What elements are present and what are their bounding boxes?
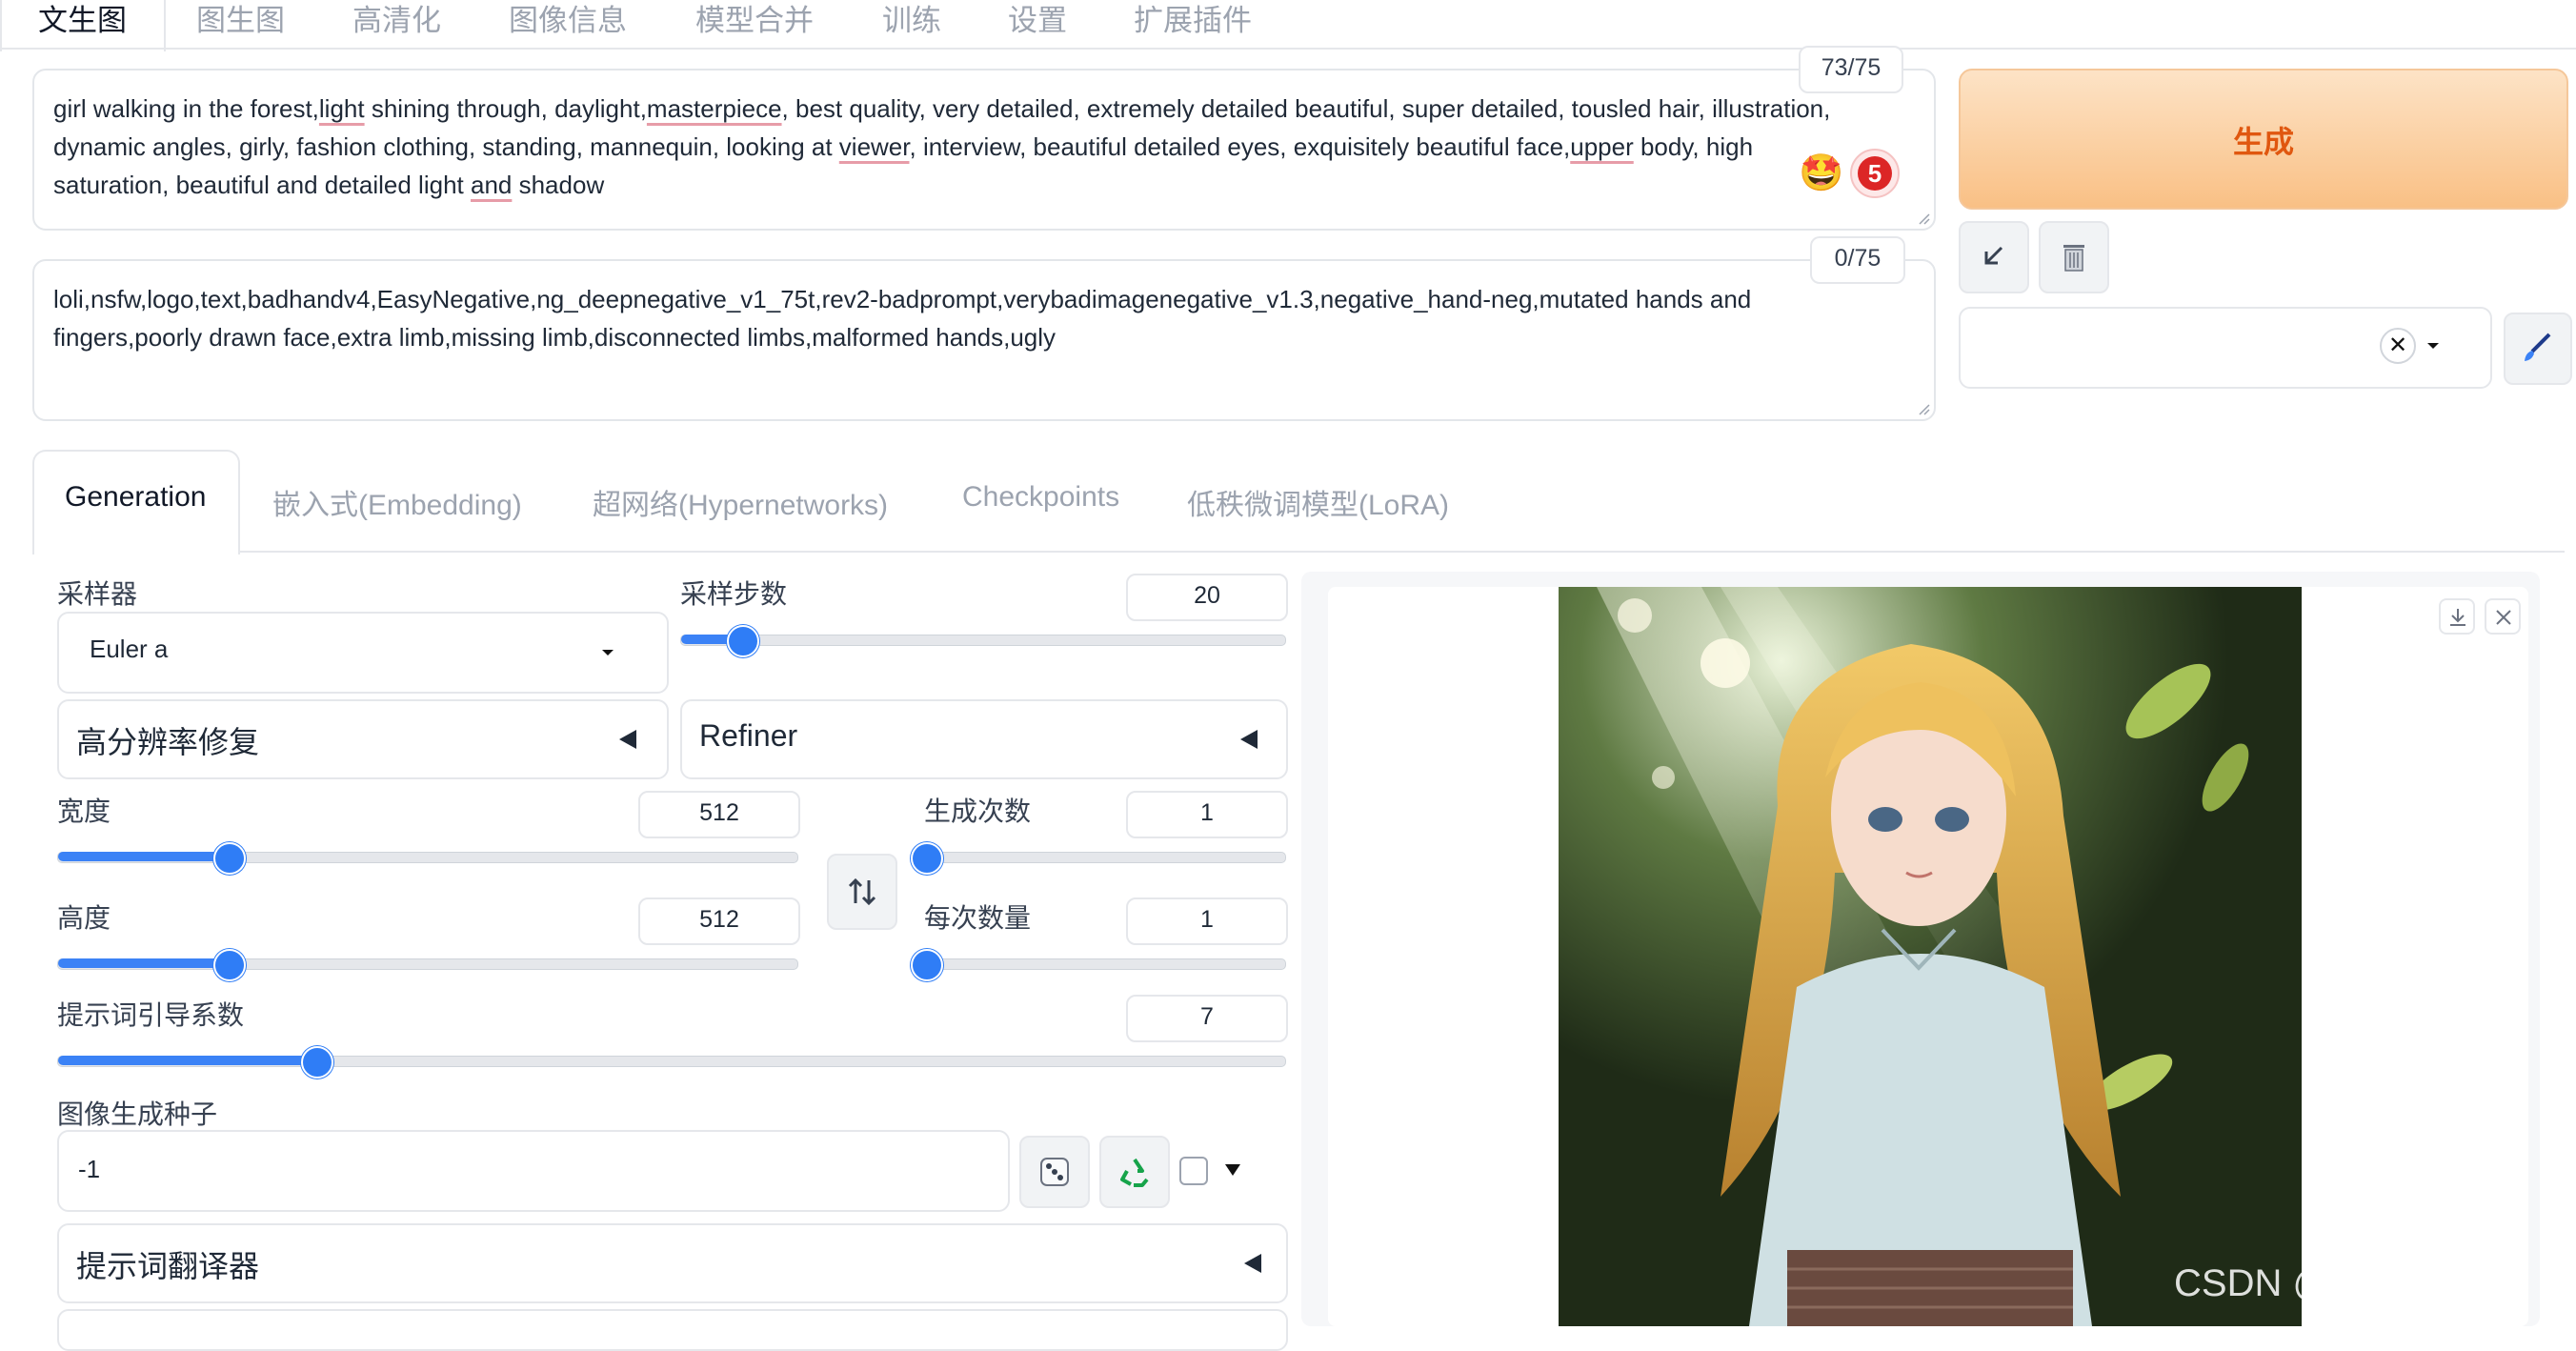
brush-icon [2525,333,2551,361]
batch-size-label: 每次数量 [924,903,1032,933]
chevron-down-icon [602,650,614,655]
height-slider-fill [58,958,229,968]
steps-slider-thumb[interactable] [727,625,760,657]
height-input[interactable]: 512 [638,897,800,945]
error-count: 5 [1858,156,1892,191]
reuse-seed-button[interactable] [1099,1136,1170,1208]
swap-dimensions-button[interactable] [827,854,897,930]
height-slider-thumb[interactable] [213,949,247,981]
seed-input[interactable]: -1 [57,1130,1010,1212]
width-slider-thumb[interactable] [213,842,247,875]
random-seed-button[interactable] [1019,1136,1090,1208]
batch-size-slider[interactable] [911,949,1286,981]
generate-button[interactable]: 生成 [1959,69,2568,210]
steps-label: 采样步数 [680,579,788,609]
prompt-line-3: saturation, beautiful and detailed light… [53,171,605,199]
negative-prompt-textarea[interactable]: loli,nsfw,logo,text,badhandv4,EasyNegati… [32,259,1936,421]
collapse-arrow-icon [1240,730,1258,749]
prompt-translator-accordion[interactable]: 提示词翻译器 [57,1223,1288,1303]
error-badge[interactable]: 5 [1850,149,1900,198]
clear-prompt-button[interactable] [2039,221,2109,293]
swap-icon [848,877,876,906]
prompt-line-1: girl walking in the forest,light shining… [53,94,1831,123]
paste-params-button[interactable] [1959,221,2029,293]
batch-size-slider-thumb[interactable] [911,949,943,981]
tab-txt2img[interactable]: 文生图 [38,0,127,48]
negative-line-2: fingers,poorly drawn face,extra limb,mis… [53,323,1057,352]
height-slider[interactable] [57,949,798,981]
emoji-icon[interactable]: 🤩 [1799,152,1843,194]
tab-img2img[interactable]: 图生图 [196,0,285,48]
negative-line-1: loli,nsfw,logo,text,badhandv4,EasyNegati… [53,285,1752,313]
edit-styles-button[interactable] [2504,313,2572,385]
batch-count-slider-thumb[interactable] [911,842,943,875]
subtab-checkpoints[interactable]: Checkpoints [962,481,1119,514]
download-icon [2450,609,2465,626]
refiner-label: Refiner [699,718,798,753]
prompt-translator-label: 提示词翻译器 [76,1249,260,1283]
tab-upscale[interactable]: 高清化 [352,0,441,48]
extra-seed-checkbox[interactable] [1179,1157,1208,1185]
height-label: 高度 [57,903,111,933]
paste-icon [1984,246,2003,265]
trash-icon [2063,245,2084,272]
batch-count-label: 生成次数 [924,796,1032,826]
subtab-embedding[interactable]: 嵌入式(Embedding) [272,481,522,523]
width-slider-fill [58,852,229,861]
watermark: CSDN @AIGC绘画 [2174,1262,2501,1304]
cfg-input[interactable]: 7 [1126,995,1288,1042]
steps-input[interactable]: 20 [1126,574,1288,621]
tab-extensions[interactable]: 扩展插件 [1134,0,1252,48]
sampler-label: 采样器 [57,579,138,609]
collapse-arrow-icon [619,730,636,749]
resize-handle-icon[interactable] [1917,212,1930,225]
subtab-generation[interactable]: Generation [65,481,206,514]
cfg-slider-thumb[interactable] [301,1046,334,1079]
steps-slider[interactable] [680,625,1286,657]
clear-icon[interactable]: ✕ [2380,328,2416,364]
seed-label: 图像生成种子 [57,1099,218,1129]
tab-divider [0,48,2576,50]
subtab-hypernetworks[interactable]: 超网络(Hypernetworks) [593,481,888,523]
close-icon [2496,610,2511,625]
subtab-divider [238,551,2565,553]
generated-image[interactable] [1559,587,2302,1326]
prompt-textarea[interactable]: girl walking in the forest,light shining… [32,69,1936,231]
sampler-select[interactable]: Euler a [57,612,669,694]
tab-settings[interactable]: 设置 [1008,0,1067,48]
expand-triangle-icon[interactable] [1223,1162,1242,1178]
batch-count-slider[interactable] [911,842,1286,875]
subtab-lora[interactable]: 低秩微调模型(LoRA) [1187,481,1449,523]
style-select[interactable]: ✕ [1959,307,2492,389]
dice-icon [1040,1158,1069,1186]
cfg-slider[interactable] [57,1046,1286,1079]
resize-handle-icon[interactable] [1917,402,1930,415]
sampler-value: Euler a [90,635,169,663]
tab-model-merge[interactable]: 模型合并 [695,0,814,48]
prompt-token-counter: 73/75 [1799,46,1903,93]
close-preview-button[interactable] [2485,598,2521,635]
width-input[interactable]: 512 [638,791,800,838]
dropdown-icon[interactable] [2425,341,2441,351]
batch-size-input[interactable]: 1 [1126,897,1288,945]
prompt-line-2: dynamic angles, girly, fashion clothing,… [53,132,1754,161]
width-slider[interactable] [57,842,798,875]
tab-train[interactable]: 训练 [882,0,941,48]
next-accordion[interactable] [57,1309,1288,1351]
collapse-arrow-icon [1244,1254,1261,1273]
generate-label: 生成 [2232,125,2294,159]
refiner-accordion[interactable]: Refiner [680,699,1288,779]
download-button[interactable] [2439,598,2475,635]
cfg-label: 提示词引导系数 [57,1000,245,1030]
tab-image-info[interactable]: 图像信息 [509,0,627,48]
width-label: 宽度 [57,796,111,826]
negative-token-counter: 0/75 [1810,236,1905,284]
hires-fix-label: 高分辨率修复 [76,725,260,759]
seed-value: -1 [78,1155,101,1183]
hires-fix-accordion[interactable]: 高分辨率修复 [57,699,669,779]
recycle-icon [1120,1158,1149,1187]
batch-count-input[interactable]: 1 [1126,791,1288,838]
cfg-slider-fill [58,1056,316,1065]
